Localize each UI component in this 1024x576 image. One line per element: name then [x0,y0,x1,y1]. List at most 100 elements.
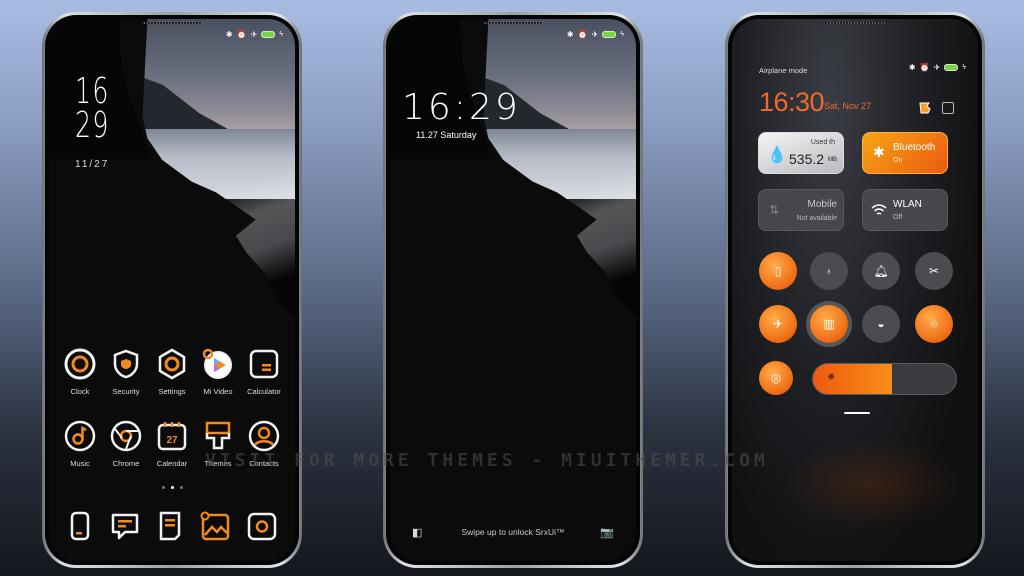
tile-subtitle: On [893,157,903,164]
app-clock[interactable]: Clock [57,347,103,396]
charging-icon: ϟ [279,31,283,38]
app-calculator[interactable]: Calculator [241,347,287,396]
wlan-tile[interactable]: WLAN Off [862,189,948,231]
tile-subtitle: Not available [796,215,837,222]
lock-clock: 16:29 [402,87,521,128]
location-pin-icon: ⌾ [930,316,938,331]
themes-shortcut-icon[interactable] [918,101,932,115]
toggle-auto-brightness[interactable]: ◎ [759,361,793,395]
gear-icon [158,348,186,380]
tile-title: Mobile [807,199,837,210]
data-usage-value: 535.2 [789,151,825,167]
app-settings[interactable]: Settings [149,347,195,396]
phone-lock-screen: ✱ ⏰ ✈ ϟ 16:29 11.27 Saturday ◧ Swipe up … [383,12,643,568]
app-music[interactable]: Music [57,419,103,468]
battery-icon [944,64,959,71]
bluetooth-icon: ✱ [908,63,916,72]
page-dot[interactable] [161,486,165,489]
book-icon: ▥ [823,317,835,331]
phone-icon[interactable] [65,509,95,543]
airplane-icon: ✈ [772,317,784,331]
bluetooth-tile[interactable]: ✱ Bluetooth On [862,132,948,174]
target-icon: ◎ [770,371,782,385]
app-security[interactable]: Security [103,347,149,396]
sun-icon: ✹ [827,372,836,383]
chrome-icon [110,420,142,452]
tile-title: Used th [810,139,835,146]
dock [59,509,285,543]
alarm-icon: ⏰ [236,30,247,39]
app-calendar[interactable]: 27 Calendar [149,419,195,468]
status-bar: ✱ ⏰ ✈ ϟ [567,30,624,39]
camera-shortcut-icon[interactable]: 📷 [600,526,614,539]
toggle-lock-screen[interactable]: ◒ [862,305,900,343]
page-indicator[interactable] [49,486,295,489]
app-label: Clock [70,387,90,396]
edit-icon[interactable] [942,102,954,114]
play-icon [202,348,232,379]
control-center: Airplane mode ✱ ⏰ ✈ ϟ 16:30 Sat, Nov 27 … [732,19,978,561]
airplane-icon: ✈ [250,30,258,39]
toggle-location[interactable]: ⌾ [915,305,953,343]
cc-time: 16:30 [759,87,825,117]
earpiece [825,22,885,24]
status-bar: ✱ ⏰ ✈ ϟ [909,63,966,72]
lock-date: 11.27 Saturday [416,130,477,140]
status-bar: ✱ ⏰ ✈ ϟ [226,30,283,39]
app-chrome[interactable]: Chrome [103,419,149,468]
app-grid-row-1: Clock Security Settings Mi Video Calcula… [57,347,287,396]
notes-icon[interactable] [155,509,185,543]
toggle-airplane[interactable]: ✈ [759,305,797,343]
gallery-icon[interactable] [198,509,232,543]
messages-icon[interactable] [108,509,142,543]
flashlight-icon: ♁ [825,266,833,276]
app-mi-video[interactable]: Mi Video [195,347,241,396]
scissors-icon: ✂ [928,264,940,278]
brightness-slider[interactable]: ✹ [812,363,957,395]
phone-control-center: Airplane mode ✱ ⏰ ✈ ϟ 16:30 Sat, Nov 27 … [725,12,985,568]
music-icon [64,420,96,452]
swipe-to-unlock-hint[interactable]: Swipe up to unlock SrxUi™ [390,527,636,537]
lock-icon: ◒ [877,317,885,331]
watermark-text: VISIT FOR MORE THEMES - MIUITHEMER.COM [205,450,769,471]
toggle-ring[interactable]: 🔔︎ [862,252,900,290]
toggle-flashlight[interactable]: ♁ [810,252,848,290]
brightness-fill [813,364,892,394]
vibrate-icon: ▯ [774,264,782,278]
airplane-icon: ✈ [591,30,599,39]
cc-date: Sat, Nov 27 [824,101,872,111]
bell-icon: 🔔︎ [873,264,889,278]
app-label: Calculator [247,387,281,396]
wifi-icon [871,204,887,215]
clock-minute: 29 [75,105,110,146]
page-dot[interactable] [179,486,183,489]
app-label: Music [70,459,90,468]
app-label: Settings [158,387,186,396]
tile-title: WLAN [893,199,922,210]
camera-icon[interactable] [245,509,279,543]
calculator-icon [249,349,279,379]
toggle-reading-mode[interactable]: ▥ [810,305,848,343]
shield-icon [113,349,139,379]
water-drop-icon: 💧 [767,147,787,164]
battery-icon [602,31,617,38]
alarm-icon: ⏰ [577,30,588,39]
airplane-icon: ✈ [933,63,941,72]
data-usage-tile[interactable]: 💧 Used th 535.2 MB [758,132,844,174]
toggle-vibrate[interactable]: ▯ [759,252,797,290]
calendar-badge: 27 [166,435,178,446]
bluetooth-icon: ✱ [225,30,233,39]
calendar-icon: 27 [157,422,187,451]
phone-home-screen: ✱ ⏰ ✈ ϟ 16 29 11/27 Clock Security Setti… [42,12,302,568]
battery-icon [261,31,276,38]
mobile-data-tile[interactable]: ⇅ Mobile Not available [758,189,844,231]
clock-widget[interactable]: 16 29 [75,74,110,146]
earpiece [142,22,202,24]
page-dot-active[interactable] [170,486,174,489]
alarm-icon: ⏰ [919,63,930,72]
toggle-screenshot[interactable]: ✂ [915,252,953,290]
earpiece [483,22,543,24]
clock-icon [64,348,96,380]
contact-icon [248,420,280,452]
drag-handle[interactable] [844,412,870,414]
